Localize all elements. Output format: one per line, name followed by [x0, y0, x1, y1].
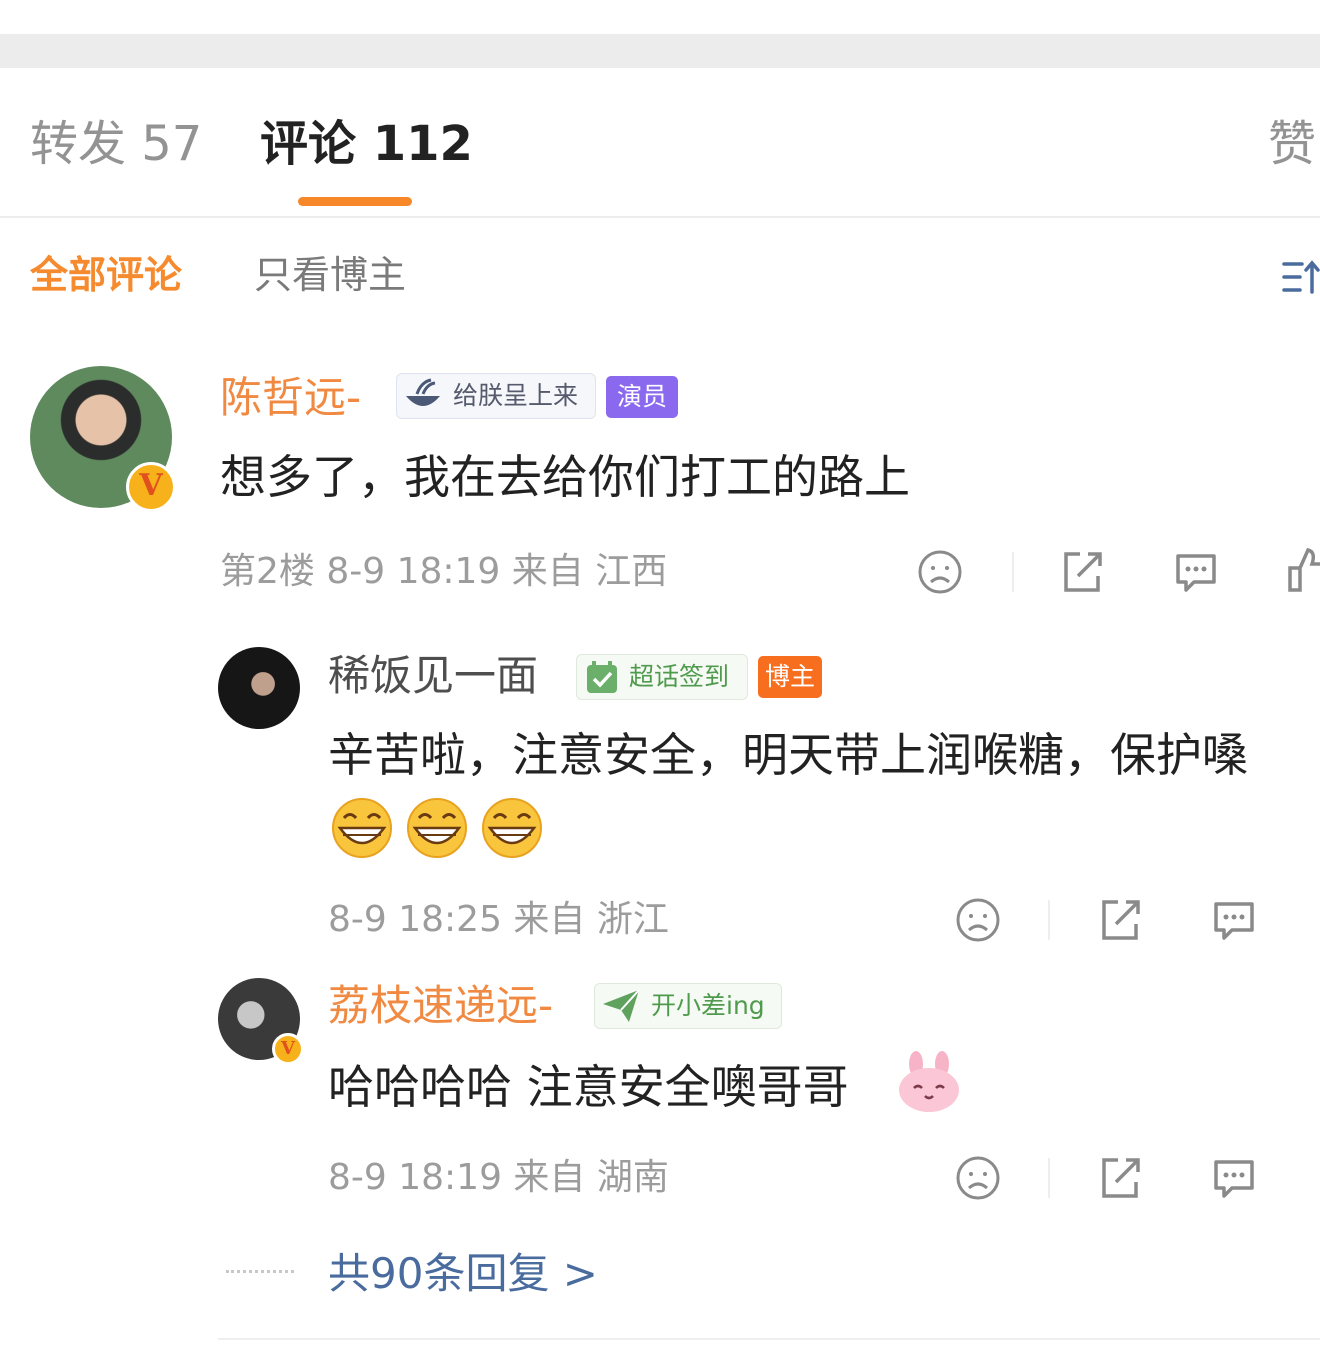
filter-blogger-only[interactable]: 只看博主 [254, 252, 406, 298]
grin-emoji-icon [482, 798, 542, 858]
grin-emoji-icon [332, 798, 392, 858]
reply-meta: 8-9 18:25 来自 浙江 [328, 899, 669, 940]
pink-rabbit-emoji-icon [899, 1051, 959, 1112]
reply-icon[interactable] [1210, 896, 1258, 944]
action-divider [1012, 552, 1014, 592]
verified-v-icon: V [272, 1033, 304, 1065]
action-divider [1048, 900, 1050, 940]
paper-plane-icon [603, 989, 640, 1022]
sort-icon[interactable] [1282, 258, 1320, 296]
calendar-check-icon [587, 661, 617, 693]
tab-forward[interactable]: 转发 57 [30, 116, 202, 172]
comment-divider [218, 1338, 1320, 1340]
reply-icon[interactable] [1172, 548, 1220, 596]
tab-comments[interactable]: 评论 112 [260, 116, 473, 172]
more-replies-link[interactable]: 共90条回复 > [328, 1248, 598, 1300]
fan-badge-label: 开小差ing [651, 991, 765, 1020]
comment-meta: 第2楼 8-9 18:19 来自 江西 [220, 551, 668, 592]
grin-emoji-icon [407, 798, 467, 858]
tab-bar: 转发 57 评论 112 赞 [0, 68, 1320, 218]
dislike-icon[interactable] [954, 1154, 1002, 1202]
share-icon[interactable] [1096, 1154, 1144, 1202]
section-divider [0, 34, 1320, 68]
reply-username[interactable]: 稀饭见一面 [328, 650, 538, 702]
fan-badge[interactable]: 开小差ing [594, 983, 782, 1029]
reply-meta: 8-9 18:19 来自 湖南 [328, 1157, 669, 1198]
share-icon[interactable] [1058, 548, 1106, 596]
filter-all-comments[interactable]: 全部评论 [30, 252, 182, 298]
status-area [0, 0, 1320, 34]
comment-text: 想多了，我在去给你们打工的路上 [220, 450, 910, 504]
dislike-icon[interactable] [954, 896, 1002, 944]
tab-likes[interactable]: 赞 [1268, 116, 1316, 172]
like-icon[interactable] [1286, 546, 1320, 594]
blogger-badge: 博主 [758, 656, 822, 698]
fan-badge-label: 给朕呈上来 [453, 381, 579, 410]
fan-badge[interactable]: 给朕呈上来 [396, 373, 596, 419]
action-divider [1048, 1158, 1050, 1198]
reply-icon[interactable] [1210, 1154, 1258, 1202]
comment-username[interactable]: 陈哲远- [220, 372, 361, 424]
share-icon[interactable] [1096, 896, 1144, 944]
reply-text: 哈哈哈哈 注意安全噢哥哥 [328, 1060, 849, 1114]
fan-badge-label: 超话签到 [629, 662, 730, 691]
dislike-icon[interactable] [916, 548, 964, 596]
reply-username[interactable]: 荔枝速递远- [328, 980, 553, 1032]
role-badge: 演员 [606, 376, 678, 418]
avatar[interactable] [218, 647, 300, 729]
bowl-icon [406, 378, 440, 406]
reply-text: 辛苦啦，注意安全，明天带上润喉糖，保护嗓 [328, 728, 1248, 782]
fan-badge[interactable]: 超话签到 [576, 654, 748, 700]
more-replies-dots [226, 1270, 294, 1277]
active-tab-indicator [298, 197, 412, 206]
verified-v-icon: V [126, 462, 176, 512]
